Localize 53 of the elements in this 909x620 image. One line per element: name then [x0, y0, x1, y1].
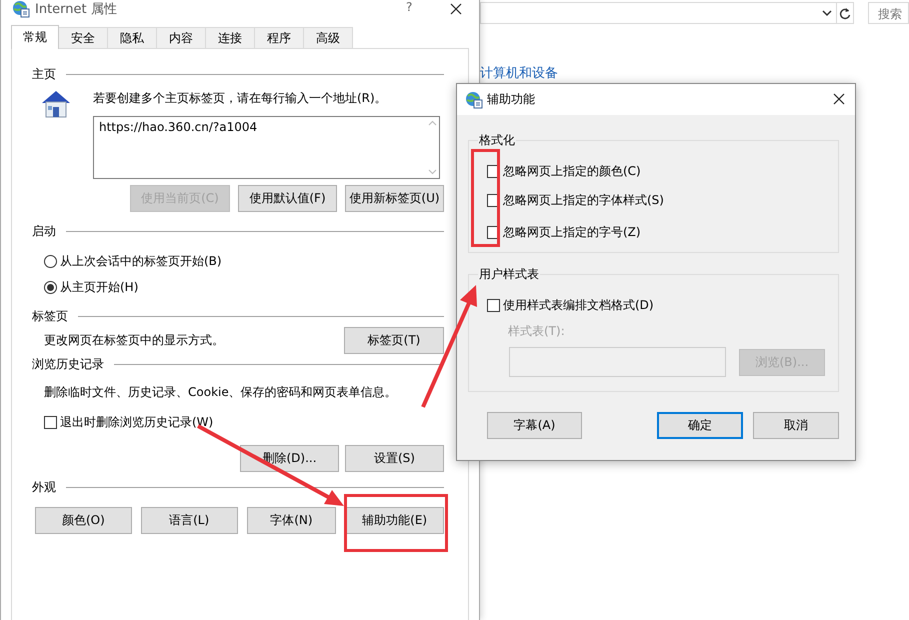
chevron-down-icon[interactable] — [822, 9, 832, 17]
close-icon[interactable] — [833, 93, 845, 105]
tab[interactable]: 连接 — [206, 27, 255, 48]
section-heading: 启动 — [32, 222, 56, 240]
house-icon — [40, 89, 72, 119]
button[interactable]: 字体(N) — [246, 507, 336, 534]
button[interactable]: 语言(L) — [140, 507, 238, 534]
globe-icon — [465, 90, 483, 108]
window-title: 辅助功能 — [487, 91, 535, 108]
tab[interactable]: 内容 — [157, 27, 206, 48]
button[interactable]: 颜色(O) — [35, 507, 132, 534]
checkbox-label: 退出时删除浏览历史记录(W) — [60, 414, 214, 431]
button[interactable]: 使用默认值(F) — [238, 185, 337, 212]
help-button[interactable]: ? — [406, 0, 412, 14]
checkbox-label: 忽略网页上指定的颜色(C) — [503, 162, 641, 180]
close-icon[interactable] — [450, 3, 462, 15]
section-heading: 主页 — [32, 66, 56, 82]
checkbox-label: 忽略网页上指定的字号(Z) — [503, 224, 641, 240]
radio-label: 从主页开始(H) — [60, 279, 138, 296]
refresh-icon[interactable] — [839, 6, 851, 20]
radio-button[interactable] — [44, 281, 57, 294]
button[interactable]: 设置(S) — [345, 445, 444, 472]
radio-label: 从上次会话中的标签页开始(B) — [60, 253, 222, 270]
radio-button[interactable] — [44, 255, 57, 268]
tab[interactable]: 安全 — [59, 27, 108, 48]
description-text: 更改网页在标签页中的显示方式。 — [44, 332, 224, 349]
refresh-button[interactable] — [836, 2, 854, 24]
tab[interactable]: 高级 — [304, 27, 353, 48]
style-sheet-field[interactable] — [509, 347, 726, 377]
checkbox[interactable] — [44, 416, 57, 429]
checkbox[interactable] — [487, 298, 500, 312]
checkbox-label: 使用样式表编排文档格式(D) — [503, 296, 654, 314]
button[interactable]: 标签页(T) — [344, 327, 444, 354]
button[interactable]: 确定 — [657, 412, 743, 439]
link[interactable]: 计算机和设备 — [480, 66, 558, 81]
checkbox-label: 忽略网页上指定的字体样式(S) — [503, 192, 664, 208]
section-heading: 外观 — [32, 478, 56, 496]
tab[interactable]: 常规 — [11, 25, 59, 49]
window-title: Internet 属性 — [35, 0, 117, 18]
button[interactable]: 使用新标签页(U) — [345, 185, 444, 212]
description-text: 删除临时文件、历史记录、Cookie、保存的密码和网页表单信息。 — [44, 384, 398, 400]
group-heading: 用户样式表 — [478, 266, 540, 283]
group-heading: 格式化 — [478, 132, 516, 149]
button[interactable]: 辅助功能(E) — [345, 507, 444, 534]
field-label: 样式表(T): — [508, 323, 566, 340]
button[interactable]: 字幕(A) — [487, 412, 582, 439]
section-heading: 浏览历史记录 — [32, 356, 104, 372]
tab[interactable]: 程序 — [255, 27, 304, 48]
instruction-text: 若要创建多个主页标签页，请在每行输入一个地址(R)。 — [93, 90, 388, 106]
button[interactable]: 取消 — [753, 412, 839, 439]
section-heading: 标签页 — [32, 308, 68, 324]
tab[interactable]: 隐私 — [108, 27, 157, 48]
search-field[interactable]: 搜索 — [868, 2, 909, 24]
